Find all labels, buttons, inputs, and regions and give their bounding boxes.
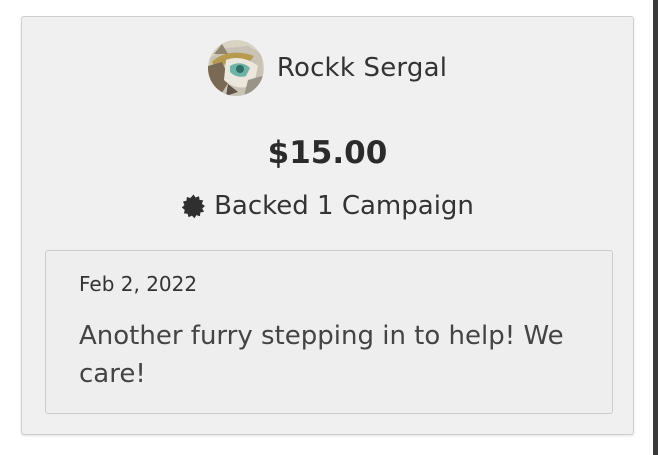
starburst-badge-icon (181, 194, 206, 218)
avatar[interactable] (207, 40, 264, 96)
backer-header: Rockk Sergal (22, 40, 633, 96)
backer-page: Rockk Sergal $15.00 Backed 1 Campaign Fe… (0, 0, 658, 455)
comment-text: Another furry stepping in to help! We ca… (79, 321, 564, 389)
backed-campaigns: Backed 1 Campaign (22, 191, 633, 221)
backer-card: Rockk Sergal $15.00 Backed 1 Campaign Fe… (21, 16, 634, 435)
sergal-avatar-icon (207, 40, 264, 96)
comment-date: Feb 2, 2022 (79, 272, 198, 296)
backer-comment: Feb 2, 2022 Another furry stepping in to… (45, 250, 613, 414)
backer-name[interactable]: Rockk Sergal (277, 53, 447, 83)
pledge-amount: $15.00 (267, 135, 388, 171)
scrollbar[interactable] (653, 0, 658, 455)
backed-label: Backed 1 Campaign (214, 191, 474, 221)
